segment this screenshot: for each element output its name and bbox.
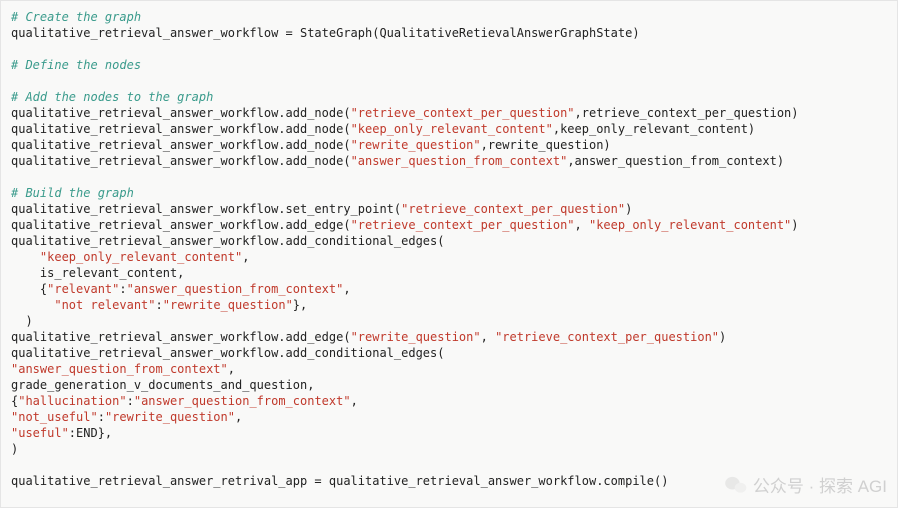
code-line: qualitative_retrieval_answer_workflow.ad… [11,329,887,345]
code-line: "not relevant":"rewrite_question"}, [11,297,887,313]
watermark: 公众号 · 探索 AGI [725,476,887,497]
code-line: qualitative_retrieval_answer_workflow.ad… [11,105,887,121]
code-line [11,457,887,473]
code-block: # Create the graphqualitative_retrieval_… [11,9,887,489]
watermark-label: 公众号 · 探索 AGI [753,479,887,495]
code-line: qualitative_retrieval_answer_workflow.ad… [11,233,887,249]
code-line: is_relevant_content, [11,265,887,281]
code-line: "answer_question_from_context", [11,361,887,377]
code-line: qualitative_retrieval_answer_workflow.ad… [11,121,887,137]
code-line: qualitative_retrieval_answer_workflow.ad… [11,217,887,233]
wechat-icon [725,476,747,497]
code-line: {"hallucination":"answer_question_from_c… [11,393,887,409]
code-line [11,41,887,57]
code-line: # Define the nodes [11,57,887,73]
code-line: "keep_only_relevant_content", [11,249,887,265]
code-line: # Create the graph [11,9,887,25]
code-line: qualitative_retrieval_answer_workflow.ad… [11,345,887,361]
code-line: grade_generation_v_documents_and_questio… [11,377,887,393]
code-line [11,73,887,89]
code-line: "not_useful":"rewrite_question", [11,409,887,425]
code-line: qualitative_retrieval_answer_workflow.ad… [11,153,887,169]
code-line [11,169,887,185]
code-line: ) [11,441,887,457]
code-line: {"relevant":"answer_question_from_contex… [11,281,887,297]
code-line: # Add the nodes to the graph [11,89,887,105]
code-line: "useful":END}, [11,425,887,441]
code-line: # Build the graph [11,185,887,201]
code-line: qualitative_retrieval_answer_workflow.ad… [11,137,887,153]
code-line: qualitative_retrieval_answer_workflow.se… [11,201,887,217]
code-line: ) [11,313,887,329]
code-line: qualitative_retrieval_answer_workflow = … [11,25,887,41]
